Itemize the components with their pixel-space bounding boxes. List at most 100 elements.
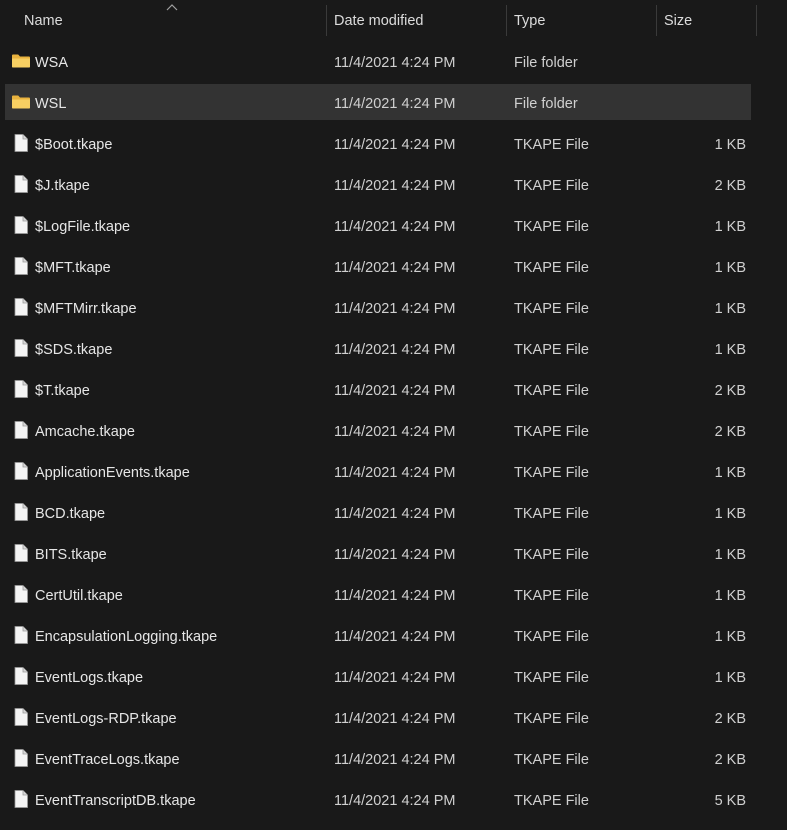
file-size: 1 KB [714, 260, 746, 276]
column-separator[interactable] [756, 5, 757, 36]
column-header-type-label: Type [514, 13, 546, 29]
file-date-modified: 11/4/2021 4:24 PM [334, 793, 456, 809]
file-name: EventLogs.tkape [35, 670, 144, 686]
file-icon [11, 584, 31, 604]
file-name: EncapsulationLogging.tkape [35, 629, 218, 645]
file-icon [11, 338, 31, 358]
file-icon [11, 174, 31, 194]
file-name: WSL [35, 96, 67, 112]
list-item[interactable]: CertUtil.tkape 11/4/2021 4:24 PM TKAPE Fil… [5, 576, 751, 612]
file-icon [11, 502, 31, 522]
file-name: $T.tkape [35, 383, 90, 399]
file-type: TKAPE File [514, 506, 589, 522]
file-date-modified: 11/4/2021 4:24 PM [334, 219, 456, 235]
file-icon [11, 461, 31, 481]
file-name: $LogFile.tkape [35, 219, 131, 235]
file-date-modified: 11/4/2021 4:24 PM [334, 547, 456, 563]
list-item[interactable]: EventLogs.tkape 11/4/2021 4:24 PM TKAPE Fi… [5, 658, 751, 694]
folder-icon [11, 51, 31, 71]
list-item[interactable]: $J.tkape 11/4/2021 4:24 PM TKAPE File 2 KB [5, 166, 751, 202]
file-icon [11, 666, 31, 686]
column-header-name-label: Name [24, 13, 63, 29]
list-item[interactable]: EventTraceLogs.tkape 11/4/2021 4:24 PM TKA… [5, 740, 751, 776]
file-size: 1 KB [714, 588, 746, 604]
file-type: TKAPE File [514, 752, 589, 768]
file-type: TKAPE File [514, 547, 589, 563]
file-type: TKAPE File [514, 219, 589, 235]
file-date-modified: 11/4/2021 4:24 PM [334, 260, 456, 276]
file-name: ApplicationEvents.tkape [35, 465, 190, 481]
file-date-modified: 11/4/2021 4:24 PM [334, 670, 456, 686]
column-header-date-modified[interactable]: Date modified [327, 0, 506, 40]
file-date-modified: 11/4/2021 4:24 PM [334, 137, 456, 153]
file-date-modified: 11/4/2021 4:24 PM [334, 383, 456, 399]
file-name: $Boot.tkape [35, 137, 113, 153]
list-item[interactable]: WSA 11/4/2021 4:24 PM File folder [5, 43, 751, 79]
file-name: $MFT.tkape [35, 260, 111, 276]
list-item[interactable]: $MFT.tkape 11/4/2021 4:24 PM TKAPE File 1 K… [5, 248, 751, 284]
file-name: BCD.tkape [35, 506, 106, 522]
file-type: TKAPE File [514, 629, 589, 645]
file-name: EventTraceLogs.tkape [35, 752, 180, 768]
list-item[interactable]: $SDS.tkape 11/4/2021 4:24 PM TKAPE File 1 K… [5, 330, 751, 366]
file-date-modified: 11/4/2021 4:24 PM [334, 629, 456, 645]
file-type: TKAPE File [514, 793, 589, 809]
file-size: 2 KB [714, 424, 746, 440]
file-name: CertUtil.tkape [35, 588, 123, 604]
list-item[interactable]: WSL 11/4/2021 4:24 PM File folder [5, 84, 751, 120]
file-type: TKAPE File [514, 383, 589, 399]
list-item[interactable]: BITS.tkape 11/4/2021 4:24 PM TKAPE File 1 K… [5, 535, 751, 571]
file-date-modified: 11/4/2021 4:24 PM [334, 424, 456, 440]
file-name: EventTranscriptDB.tkape [35, 793, 196, 809]
file-icon [11, 133, 31, 153]
file-name: EventLogs-RDP.tkape [35, 711, 177, 727]
list-item[interactable]: $Boot.tkape 11/4/2021 4:24 PM TKAPE File 1 … [5, 125, 751, 161]
file-date-modified: 11/4/2021 4:24 PM [334, 178, 456, 194]
file-size: 2 KB [714, 178, 746, 194]
file-name: $J.tkape [35, 178, 90, 194]
file-size: 1 KB [714, 670, 746, 686]
file-date-modified: 11/4/2021 4:24 PM [334, 588, 456, 604]
file-size: 1 KB [714, 547, 746, 563]
list-item[interactable]: EventLogs-RDP.tkape 11/4/2021 4:24 PM TKAP… [5, 699, 751, 735]
file-date-modified: 11/4/2021 4:24 PM [334, 711, 456, 727]
file-size: 1 KB [714, 629, 746, 645]
file-size: 1 KB [714, 465, 746, 481]
sort-ascending-icon [166, 4, 178, 11]
file-size: 2 KB [714, 752, 746, 768]
file-type: TKAPE File [514, 711, 589, 727]
file-size: 1 KB [714, 342, 746, 358]
file-date-modified: 11/4/2021 4:24 PM [334, 301, 456, 317]
list-item[interactable]: BCD.tkape 11/4/2021 4:24 PM TKAPE File 1 KB [5, 494, 751, 530]
list-item[interactable]: EventTranscriptDB.tkape 11/4/2021 4:24 PM… [5, 781, 751, 817]
file-size: 5 KB [714, 793, 746, 809]
file-date-modified: 11/4/2021 4:24 PM [334, 752, 456, 768]
file-name: BITS.tkape [35, 547, 107, 563]
file-type: TKAPE File [514, 465, 589, 481]
file-date-modified: 11/4/2021 4:24 PM [334, 342, 456, 358]
file-icon [11, 297, 31, 317]
column-header-type[interactable]: Type [507, 0, 656, 40]
file-size: 1 KB [714, 219, 746, 235]
file-date-modified: 11/4/2021 4:24 PM [334, 465, 456, 481]
list-item[interactable]: $MFTMirr.tkape 11/4/2021 4:24 PM TKAPE Fil… [5, 289, 751, 325]
list-item[interactable]: $LogFile.tkape 11/4/2021 4:24 PM TKAPE Fil… [5, 207, 751, 243]
list-item[interactable]: Amcache.tkape 11/4/2021 4:24 PM TKAPE File… [5, 412, 751, 448]
file-icon [11, 256, 31, 276]
file-icon [11, 215, 31, 235]
file-size: 1 KB [714, 137, 746, 153]
column-header-bar: Name Date modified Type Size [0, 0, 787, 40]
file-type: File folder [514, 55, 578, 71]
folder-icon [11, 92, 31, 112]
file-name: Amcache.tkape [35, 424, 135, 440]
file-size: 1 KB [714, 301, 746, 317]
file-type: TKAPE File [514, 178, 589, 194]
file-type: TKAPE File [514, 424, 589, 440]
file-icon [11, 379, 31, 399]
file-type: TKAPE File [514, 342, 589, 358]
file-type: TKAPE File [514, 588, 589, 604]
list-item[interactable]: $T.tkape 11/4/2021 4:24 PM TKAPE File 2 KB [5, 371, 751, 407]
column-header-size[interactable]: Size [657, 0, 756, 40]
list-item[interactable]: EncapsulationLogging.tkape 11/4/2021 4:24… [5, 617, 751, 653]
list-item[interactable]: ApplicationEvents.tkape 11/4/2021 4:24 PM… [5, 453, 751, 489]
